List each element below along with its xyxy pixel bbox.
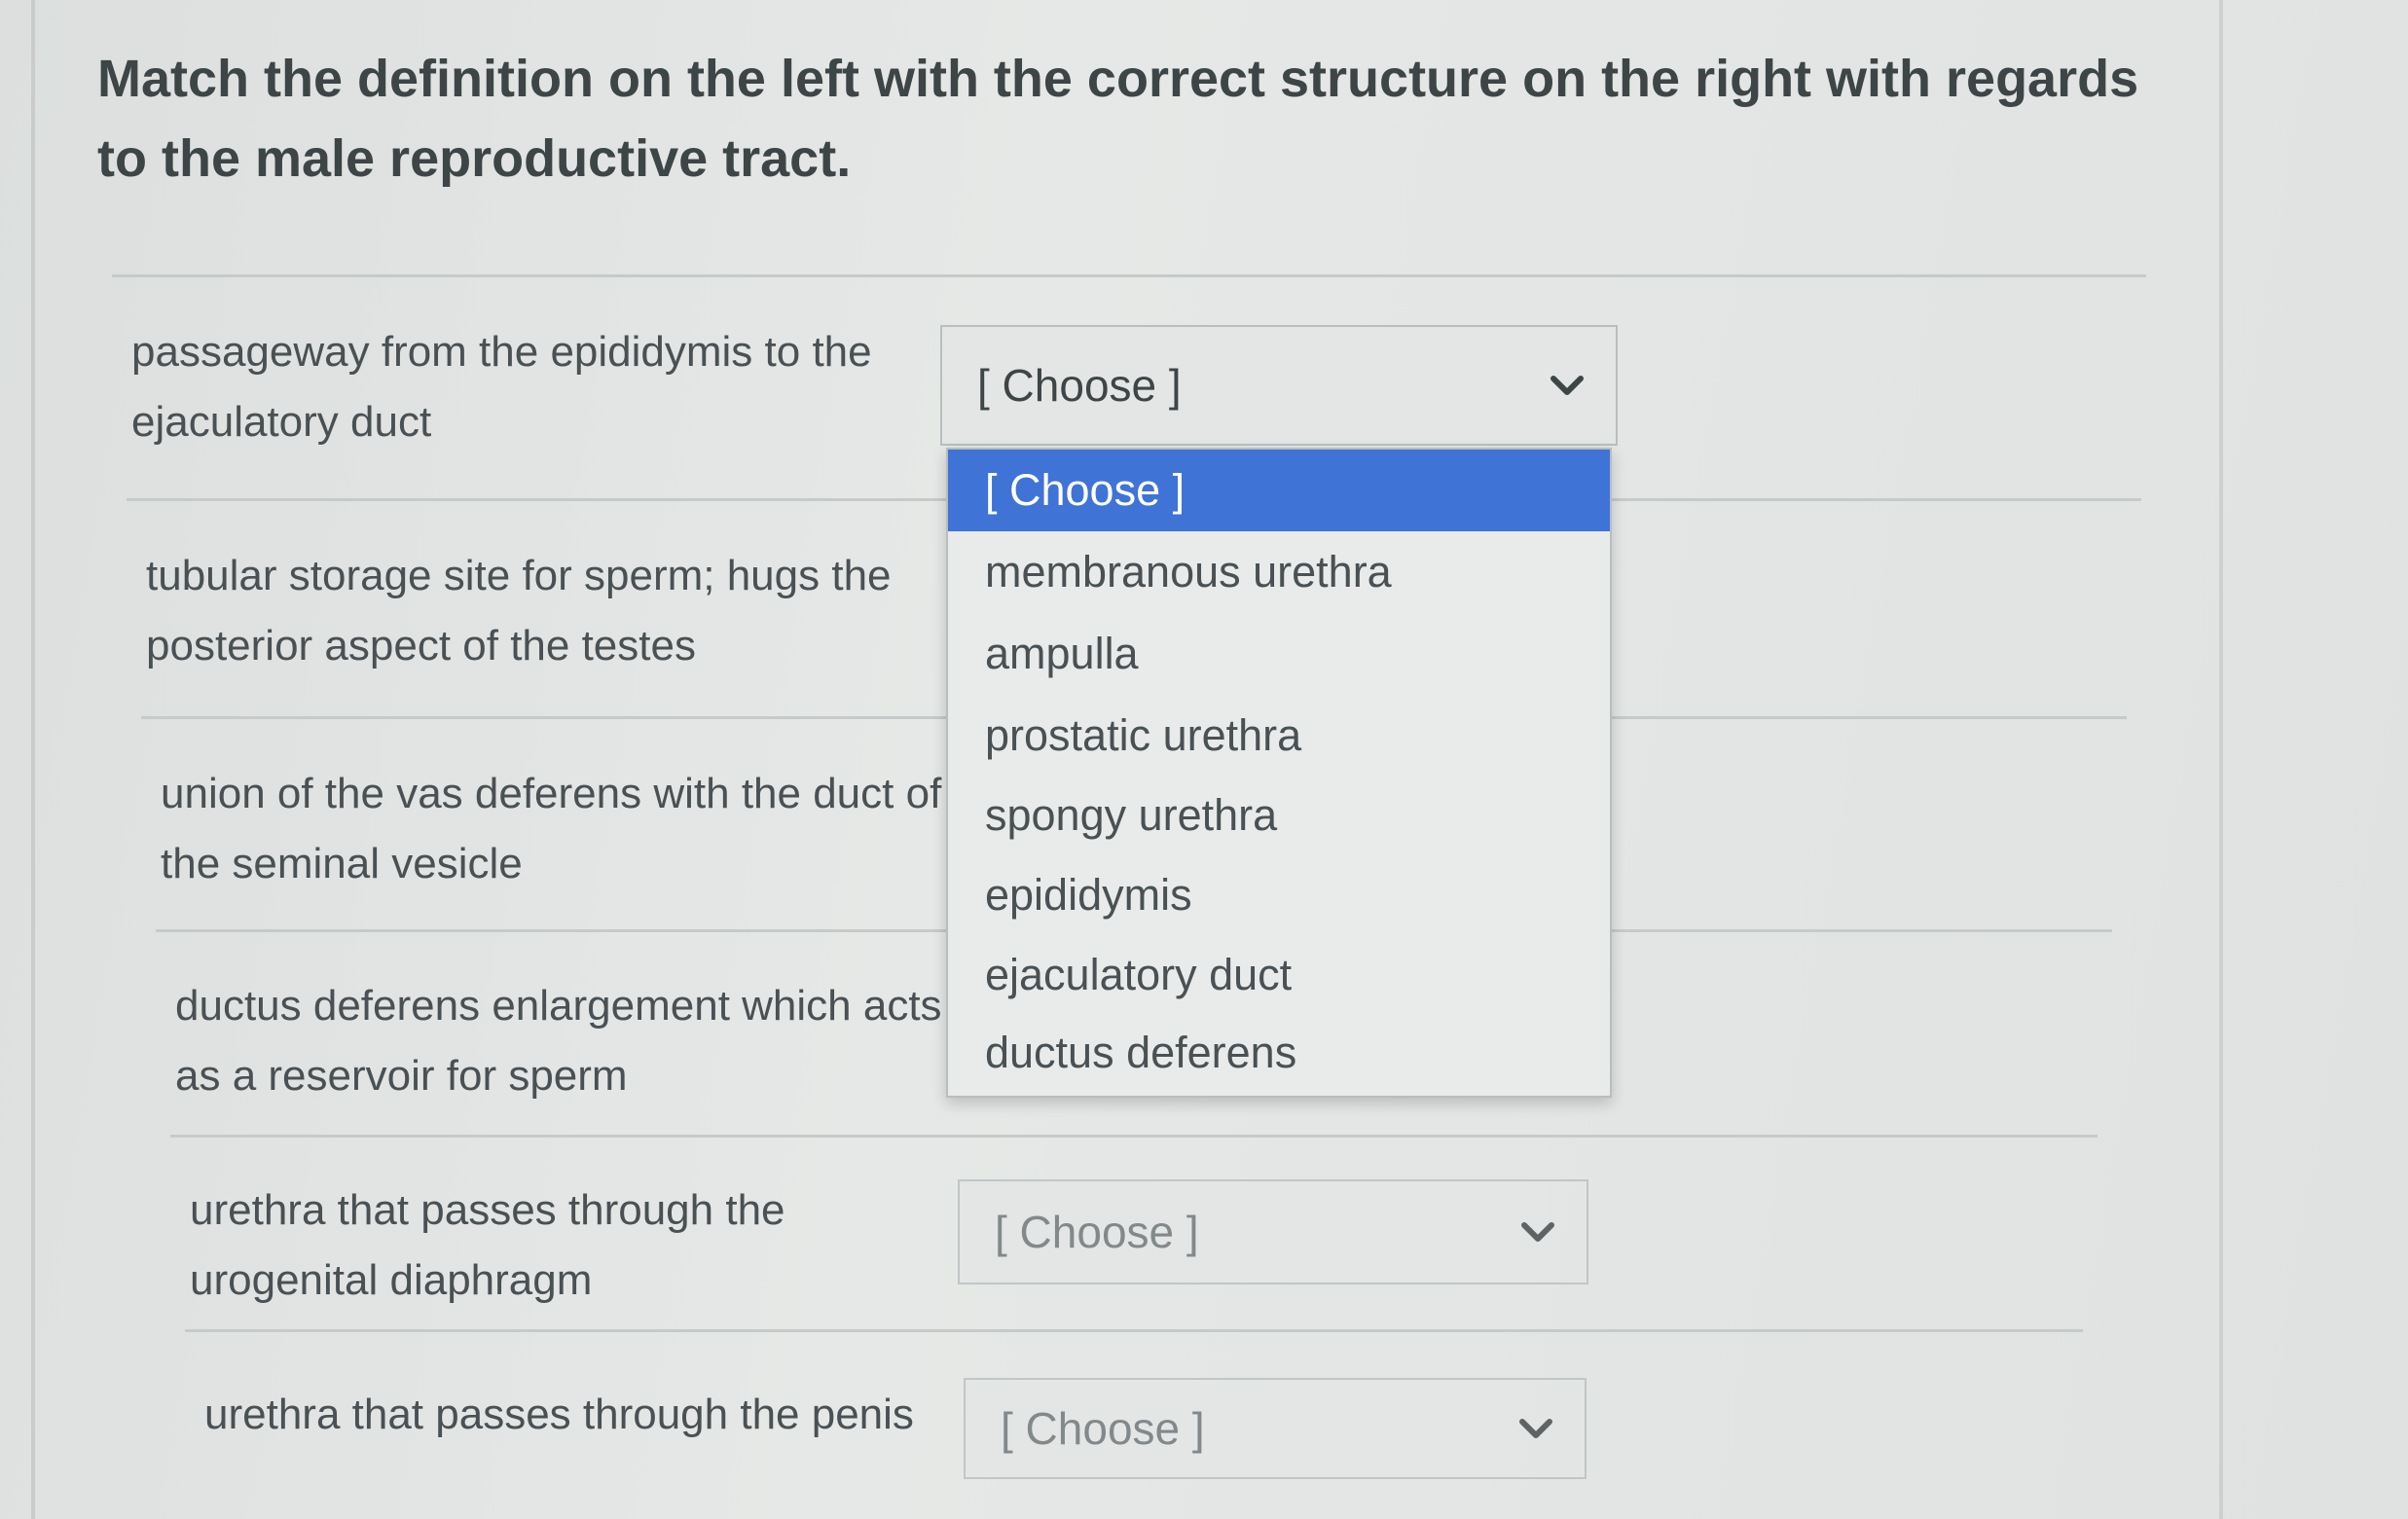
dropdown-option-ampulla[interactable]: ampulla [948,613,1610,695]
dropdown-option-ejaculatory-duct[interactable]: ejaculatory duct [948,934,1610,1016]
chevron-down-icon [1519,1419,1552,1438]
definition-text: urethra that passes through the penis [204,1391,914,1438]
structure-select[interactable]: [ Choose ] [940,325,1618,446]
panel-right-border [2219,0,2223,1519]
question-title: Match the definition on the left with th… [97,50,2139,188]
dropdown-option-ductus-deferens[interactable]: ductus deferens [948,1012,1610,1094]
definition-text: ductus deferens enlargement which acts a… [175,982,942,1100]
dropdown-option-epididymis[interactable]: epididymis [948,854,1610,936]
chevron-down-icon [1551,376,1584,395]
dropdown-list: [ Choose ] membranous urethra ampulla pr… [946,448,1612,1098]
dropdown-option-choose[interactable]: [ Choose ] [948,450,1610,531]
divider [112,274,2146,277]
definition-text: urethra that passes through the urogenit… [190,1186,785,1304]
structure-select[interactable]: [ Choose ] [958,1179,1588,1284]
quiz-page: Match the definition on the left with th… [0,0,2408,1519]
chevron-down-icon [1521,1222,1554,1242]
select-value: [ Choose ] [995,1207,1199,1257]
definition-text: tubular storage site for sperm; hugs the… [146,552,892,669]
panel-left-border [31,0,35,1519]
dropdown-option-membranous-urethra[interactable]: membranous urethra [948,531,1610,613]
definition-text: union of the vas deferens with the duct … [161,770,942,887]
divider [185,1329,2083,1332]
select-value: [ Choose ] [977,360,1182,411]
structure-select[interactable]: [ Choose ] [964,1378,1587,1479]
definition-text: passageway from the epididymis to the ej… [131,328,872,446]
divider [170,1135,2098,1138]
dropdown-option-prostatic-urethra[interactable]: prostatic urethra [948,695,1610,777]
select-value: [ Choose ] [1001,1403,1205,1454]
dropdown-option-spongy-urethra[interactable]: spongy urethra [948,775,1610,856]
